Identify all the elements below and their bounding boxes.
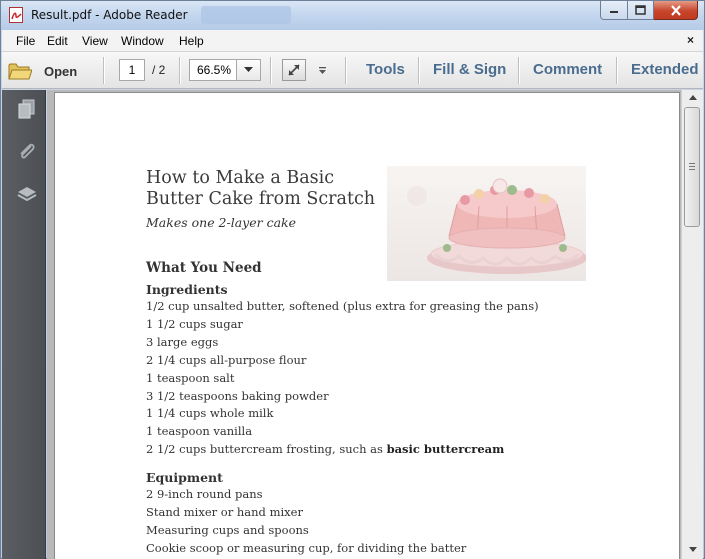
expand-icon [288, 64, 300, 76]
menu-help[interactable]: Help [179, 34, 204, 48]
menu-edit[interactable]: Edit [47, 34, 68, 48]
section-heading: What You Need [146, 260, 262, 276]
scroll-up-button[interactable] [685, 90, 700, 105]
folder-icon [8, 63, 32, 80]
toolbar-divider [270, 57, 271, 84]
toolbar-divider [103, 57, 104, 84]
chevron-up-icon [688, 95, 697, 100]
close-icon [670, 4, 681, 16]
vertical-scrollbar[interactable] [681, 90, 703, 559]
list-item: 3 1/2 teaspoons baking powder [146, 388, 329, 403]
menu-view[interactable]: View [82, 34, 108, 48]
list-item: 2 1/4 cups all-purpose flour [146, 352, 307, 367]
close-button[interactable] [654, 1, 698, 20]
window-controls [600, 1, 698, 20]
background-window-ghost [201, 6, 291, 24]
maximize-icon [635, 5, 646, 15]
recipe-yield: Makes one 2-layer cake [146, 215, 297, 230]
scrollbar-thumb[interactable] [684, 107, 700, 227]
list-item: Cookie scoop or measuring cup, for divid… [146, 540, 467, 555]
toolbar-divider [179, 57, 180, 84]
zoom-dropdown-button[interactable] [237, 59, 261, 81]
minimize-button[interactable] [600, 1, 628, 20]
app-window: Result.pdf - Adobe Reader File Edit View… [0, 0, 705, 559]
equipment-list: 2 9-inch round pans Stand mixer or hand … [146, 486, 466, 558]
zoom-input[interactable]: 66.5% [189, 59, 237, 81]
list-item: 1 teaspoon vanilla [146, 424, 253, 439]
open-label: Open [44, 63, 78, 79]
toolbar: Open 1 / 2 66.5% Tools Fill & Sign Comme… [2, 52, 703, 89]
toolbar-divider [616, 57, 617, 84]
tools-pane-button[interactable]: Tools [366, 61, 405, 78]
list-item: 1 1/4 cups whole milk [146, 406, 274, 421]
menu-file[interactable]: File [16, 34, 35, 48]
fit-page-button[interactable] [282, 59, 306, 81]
fill-sign-pane-button[interactable]: Fill & Sign [433, 61, 506, 78]
list-item: Stand mixer or hand mixer [146, 504, 303, 519]
toolbar-divider [345, 57, 346, 84]
comment-pane-button[interactable]: Comment [533, 61, 602, 78]
list-item: 1/2 cup unsalted butter, softened (plus … [146, 299, 539, 313]
cake-photo [387, 166, 586, 281]
chevron-down-icon [244, 67, 253, 72]
layers-icon[interactable] [16, 183, 38, 205]
recipe-title: How to Make a Basic Butter Cake from Scr… [146, 168, 376, 209]
open-button[interactable]: Open [8, 58, 77, 84]
buttercream-link[interactable]: basic buttercream [387, 442, 505, 456]
ingredients-heading: Ingredients [146, 282, 228, 297]
toolbar-divider [418, 57, 419, 84]
minimize-icon [610, 11, 618, 13]
navigation-pane [2, 90, 46, 559]
page-total: / 2 [152, 63, 166, 77]
list-item: 1 1/2 cups sugar [146, 316, 243, 331]
attachment-icon[interactable] [16, 141, 38, 163]
pdf-page: How to Make a Basic Butter Cake from Scr… [55, 93, 679, 559]
equipment-heading: Equipment [146, 470, 223, 485]
list-item: Measuring cups and spoons [146, 522, 309, 537]
maximize-button[interactable] [628, 1, 654, 20]
list-item: 3 large eggs [146, 334, 219, 349]
scroll-down-button[interactable] [685, 542, 700, 557]
pages-icon[interactable] [16, 98, 38, 120]
list-item: 1 teaspoon salt [146, 370, 235, 385]
close-document-button[interactable]: × [687, 33, 694, 47]
list-item: 2 9-inch round pans [146, 487, 263, 501]
menu-window[interactable]: Window [121, 34, 164, 48]
menu-bar: File Edit View Window Help × [2, 30, 703, 52]
extended-pane-button[interactable]: Extended [631, 61, 699, 78]
page-number-input[interactable]: 1 [119, 59, 145, 81]
pdf-document-icon [9, 7, 23, 23]
chevron-down-icon [319, 67, 326, 74]
toolbar-more-button[interactable] [318, 65, 327, 79]
document-viewport[interactable]: How to Make a Basic Butter Cake from Scr… [47, 90, 681, 559]
list-item: 2 1/2 cups buttercream frosting, such as… [146, 441, 539, 459]
toolbar-divider [518, 57, 519, 84]
title-bar: Result.pdf - Adobe Reader [1, 1, 704, 30]
ingredients-list: 1/2 cup unsalted butter, softened (plus … [146, 298, 539, 459]
chevron-down-icon [688, 547, 697, 552]
window-title: Result.pdf - Adobe Reader [31, 8, 188, 22]
frosting-text: 2 1/2 cups buttercream frosting, such as [146, 442, 387, 457]
